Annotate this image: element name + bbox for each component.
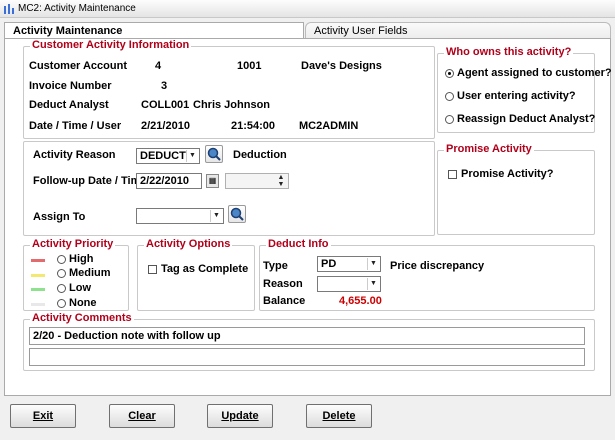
chevron-down-icon: ▼ [210, 210, 222, 222]
deduct-type-label: Type [263, 260, 288, 272]
clear-button[interactable]: Clear [109, 404, 175, 428]
priority-radio-high[interactable] [57, 255, 66, 264]
magnifier-icon [230, 207, 244, 221]
comments-legend: Activity Comments [30, 312, 134, 324]
magnifier-icon [207, 147, 221, 161]
app-icon [4, 4, 14, 14]
owner-option-reassign[interactable]: Reassign Deduct Analyst? [457, 113, 595, 125]
priority-radio-low[interactable] [57, 284, 66, 293]
comment-line-2[interactable] [29, 348, 585, 366]
deduct-info-group: Deduct Info [259, 238, 595, 311]
balance-label: Balance [263, 295, 306, 307]
deduct-analyst-name: Chris Johnson [193, 99, 271, 111]
priority-swatch-none [31, 303, 45, 306]
priority-radio-medium[interactable] [57, 269, 66, 278]
promise-group: Promise Activity [437, 143, 595, 235]
deduct-info-legend: Deduct Info [266, 238, 331, 250]
update-button[interactable]: Update [207, 404, 273, 428]
tab-activity-user-fields[interactable]: Activity User Fields [305, 22, 611, 39]
assign-to-label: Assign To [33, 211, 86, 223]
deduct-type-value: PD [321, 258, 337, 270]
activity-date: 2/21/2010 [141, 120, 190, 132]
deduct-analyst-label: Deduct Analyst [29, 99, 109, 111]
customer-account-number: 4 [155, 60, 162, 72]
balance-value: 4,655.00 [339, 295, 382, 307]
activity-reason-value: DEDUCT [140, 150, 186, 162]
followup-date-input[interactable]: 2/22/2010 [136, 173, 202, 189]
priority-option-high[interactable]: High [69, 253, 93, 265]
customer-code: 1001 [237, 60, 262, 72]
tag-complete-label[interactable]: Tag as Complete [161, 263, 248, 275]
chevron-down-icon: ▼ [367, 278, 379, 290]
exit-button[interactable]: Exit [10, 404, 76, 428]
priority-option-low[interactable]: Low [69, 282, 91, 294]
deduct-analyst-code: COLL001 [141, 99, 190, 111]
owner-radio-agent[interactable] [445, 69, 454, 78]
activity-reason-label: Activity Reason [33, 149, 116, 161]
tag-complete-checkbox[interactable] [148, 265, 157, 274]
invoice-number-label: Invoice Number [29, 80, 112, 92]
customer-account-label: Customer Account [29, 60, 127, 72]
reason-search-button[interactable] [205, 145, 223, 163]
date-time-user-label: Date / Time / User [29, 120, 122, 132]
spinner-icon: ▲ ▼ [277, 174, 285, 188]
priority-swatch-high [31, 259, 45, 262]
assign-search-button[interactable] [228, 205, 246, 223]
deduct-reason-select[interactable]: ▼ [317, 276, 381, 292]
priority-option-none[interactable]: None [69, 297, 97, 309]
priority-legend: Activity Priority [30, 238, 116, 250]
activity-reason-select[interactable]: DEDUCT ▼ [136, 148, 200, 164]
followup-date-value: 2/22/2010 [140, 175, 189, 187]
activity-time: 21:54:00 [231, 120, 276, 132]
owner-option-user[interactable]: User entering activity? [457, 90, 576, 102]
tab-activity-maintenance[interactable]: Activity Maintenance [4, 22, 304, 39]
followup-label: Follow-up Date / Time [33, 175, 147, 187]
deduct-type-description: Price discrepancy [390, 260, 485, 272]
title-bar: MC2: Activity Maintenance [0, 0, 615, 18]
chevron-down-icon: ▼ [186, 150, 198, 162]
priority-swatch-medium [31, 274, 45, 277]
customer-info-legend: Customer Activity Information [30, 39, 192, 51]
priority-swatch-low [31, 288, 45, 291]
invoice-number: 3 [161, 80, 168, 92]
promise-checkbox-label[interactable]: Promise Activity? [461, 168, 554, 180]
main-panel: Customer Activity Information Customer A… [4, 38, 612, 396]
window-title: MC2: Activity Maintenance [18, 3, 136, 14]
owner-option-agent[interactable]: Agent assigned to customer? [457, 67, 612, 79]
delete-button[interactable]: Delete [306, 404, 372, 428]
promise-checkbox[interactable] [448, 170, 457, 179]
activity-user: MC2ADMIN [299, 120, 359, 132]
deduct-reason-label: Reason [263, 278, 303, 290]
promise-legend: Promise Activity [444, 143, 534, 155]
owner-radio-user[interactable] [445, 92, 454, 101]
customer-name: Dave's Designs [301, 60, 382, 72]
followup-time-input[interactable]: ▲ ▼ [225, 173, 289, 189]
options-legend: Activity Options [144, 238, 233, 250]
owner-radio-reassign[interactable] [445, 115, 454, 124]
chevron-down-icon: ▼ [367, 258, 379, 270]
owner-legend: Who owns this activity? [444, 46, 574, 58]
calendar-icon[interactable]: ▦ [206, 174, 219, 188]
comment-line-1[interactable]: 2/20 - Deduction note with follow up [29, 327, 585, 345]
deduct-type-select[interactable]: PD ▼ [317, 256, 381, 272]
options-group: Activity Options [137, 238, 255, 311]
activity-reason-description: Deduction [233, 149, 287, 161]
priority-radio-none[interactable] [57, 299, 66, 308]
priority-option-medium[interactable]: Medium [69, 267, 111, 279]
assign-to-select[interactable]: ▼ [136, 208, 224, 224]
